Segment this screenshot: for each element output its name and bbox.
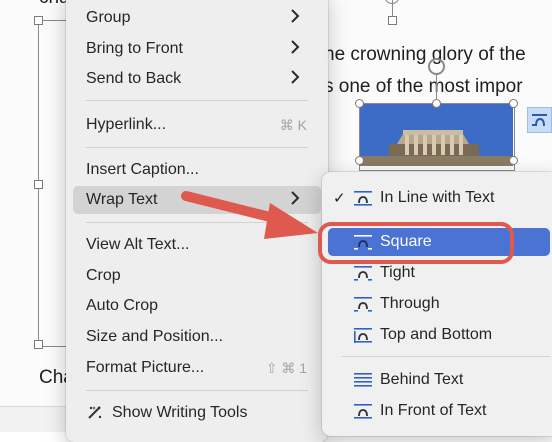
resize-handle[interactable] <box>432 99 441 108</box>
wrap-inline-icon <box>354 191 372 206</box>
menu-separator <box>86 222 308 223</box>
wrap-text-submenu: ✓ In Line with Text Square Tight Through… <box>322 172 552 436</box>
menu-item-send-to-back[interactable]: Send to Back <box>73 65 321 93</box>
resize-handle[interactable] <box>34 340 43 349</box>
menu-separator <box>86 100 308 101</box>
menu-item-label: Hyperlink... <box>86 116 167 133</box>
wrap-option-label: In Front of Text <box>380 402 487 419</box>
menu-item-insert-caption[interactable]: Insert Caption... <box>73 156 321 184</box>
menu-item-label: Crop <box>86 267 121 284</box>
layout-options-icon <box>532 114 547 127</box>
menu-separator <box>86 390 308 391</box>
wrap-tight-icon <box>354 266 372 281</box>
menu-item-wrap-text[interactable]: Wrap Text <box>73 186 321 214</box>
menu-item-format-picture[interactable]: Format Picture... ⇧ ⌘ 1 <box>73 354 321 382</box>
wrap-through-icon <box>354 297 372 312</box>
wrap-option-in-front-of-text[interactable]: In Front of Text <box>328 397 550 425</box>
resize-handle[interactable] <box>355 99 364 108</box>
menu-item-view-alt-text[interactable]: View Alt Text... <box>73 231 321 259</box>
wrap-option-label: Tight <box>380 264 415 281</box>
menu-item-label: Wrap Text <box>86 191 158 208</box>
menu-item-label: Insert Caption... <box>86 161 199 178</box>
chevron-right-icon <box>291 9 300 23</box>
menu-item-size-and-position[interactable]: Size and Position... <box>73 323 321 351</box>
wrap-option-label: Top and Bottom <box>380 326 493 343</box>
rotate-handle[interactable] <box>428 58 445 75</box>
menu-item-auto-crop[interactable]: Auto Crop <box>73 292 321 320</box>
wrap-option-through[interactable]: Through <box>328 290 550 318</box>
resize-handle[interactable] <box>388 16 397 25</box>
resize-handle[interactable] <box>355 156 364 165</box>
shortcut-label: ⌘ K <box>279 117 307 133</box>
menu-item-label: Size and Position... <box>86 328 223 345</box>
menu-item-label: Format Picture... <box>86 359 205 376</box>
resize-handle[interactable] <box>509 156 518 165</box>
menu-item-label: Send to Back <box>86 70 182 87</box>
menu-separator <box>86 147 308 148</box>
menu-item-label: Show Writing Tools <box>112 404 248 421</box>
wrap-option-in-line-with-text[interactable]: ✓ In Line with Text <box>328 184 550 212</box>
document-text-line: he crowning glory of the <box>324 44 526 65</box>
menu-item-show-writing-tools[interactable]: Show Writing Tools <box>73 399 321 427</box>
shortcut-label: ⇧ ⌘ 1 <box>265 360 307 376</box>
chevron-right-icon <box>291 40 300 54</box>
wrap-option-label: In Line with Text <box>380 189 495 206</box>
menu-item-group[interactable]: Group <box>73 4 321 32</box>
resize-handle[interactable] <box>34 16 43 25</box>
picture-selection-frame <box>359 103 515 171</box>
wrap-front-icon <box>354 404 372 419</box>
resize-handle[interactable] <box>34 180 43 189</box>
wrap-behind-icon <box>354 373 372 387</box>
wrap-option-label: Behind Text <box>380 371 464 388</box>
wrap-option-top-and-bottom[interactable]: Top and Bottom <box>328 321 550 349</box>
menu-item-crop[interactable]: Crop <box>73 262 321 290</box>
document-text-line: s one of the most impor <box>324 76 523 97</box>
wrap-option-behind-text[interactable]: Behind Text <box>328 366 550 394</box>
highlight-annotation-box <box>318 222 514 264</box>
context-menu: Group Bring to Front Send to Back Hyperl… <box>66 0 328 442</box>
chevron-right-icon <box>291 70 300 84</box>
resize-handle[interactable] <box>509 99 518 108</box>
menu-item-hyperlink[interactable]: Hyperlink... ⌘ K <box>73 111 321 139</box>
layout-options-button[interactable] <box>527 107 552 133</box>
rotate-handle[interactable] <box>385 0 399 4</box>
menu-item-label: Bring to Front <box>86 40 183 57</box>
menu-item-label: Group <box>86 9 131 26</box>
writing-tools-icon <box>88 406 102 419</box>
menu-item-label: Auto Crop <box>86 297 159 314</box>
wrap-option-label: Through <box>380 295 440 312</box>
chevron-right-icon <box>291 191 300 205</box>
submenu-separator <box>342 356 550 357</box>
wrap-top-bottom-icon <box>354 328 372 343</box>
menu-item-label: View Alt Text... <box>86 236 190 253</box>
menu-item-bring-to-front[interactable]: Bring to Front <box>73 35 321 63</box>
checkmark-icon: ✓ <box>333 190 346 207</box>
